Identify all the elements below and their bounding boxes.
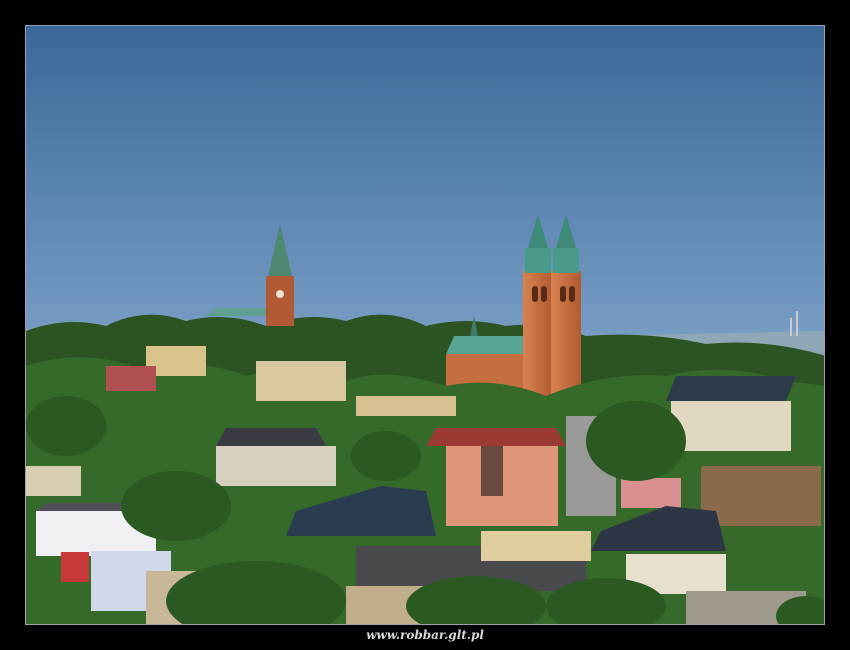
- website-caption: www.robbar.glt.pl: [366, 628, 484, 642]
- industrial-chimney: [790, 318, 792, 336]
- town-skyline-image: [26, 26, 824, 624]
- black-frame: [0, 0, 850, 650]
- industrial-chimney: [796, 311, 798, 336]
- photo: [25, 25, 825, 625]
